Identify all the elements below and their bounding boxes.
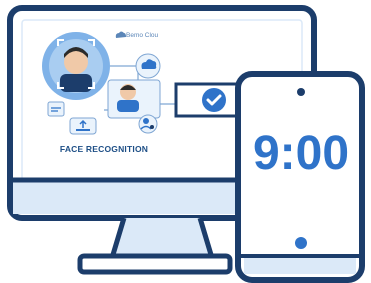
- phone-clock-text: 9:00: [252, 127, 350, 180]
- document-icon: [47, 101, 65, 117]
- checkmark-icon: [174, 82, 244, 118]
- profile-card: [107, 79, 161, 119]
- face-scan-icon: [42, 32, 110, 100]
- cloud-upload-icon: [69, 117, 97, 135]
- brand-text: Bemo Clou: [126, 32, 159, 39]
- cloud-icon: [135, 53, 161, 79]
- face-recognition-caption: FACE RECOGNITION: [59, 144, 149, 154]
- user-settings-icon: [138, 114, 158, 134]
